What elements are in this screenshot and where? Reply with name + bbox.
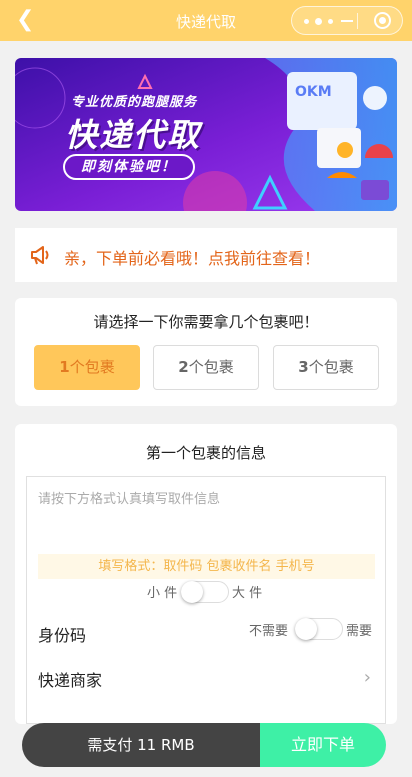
megaphone-icon (31, 246, 49, 265)
package-info-card: 第一个包裹的信息 请按下方格式认真填写取件信息 填写格式：取件码 包裹收件名 手… (15, 424, 397, 724)
package-size-row: 小 件 大 件 (27, 581, 385, 603)
nav-bar: ❮ 快递代取 (0, 0, 412, 41)
payment-amount: 需支付 11 RMB (22, 723, 260, 767)
svg-text:OKM: OKM (295, 84, 332, 100)
id-code-switch[interactable] (295, 618, 343, 640)
switch-knob (295, 618, 317, 640)
submit-order-button[interactable]: 立即下单 (260, 723, 386, 767)
courier-label: 快递商家 (38, 671, 103, 690)
package-count-2-button[interactable]: 2个包裹 (153, 345, 259, 390)
id-code-label: 身份码 (38, 626, 87, 645)
chevron-right-icon: › (363, 667, 371, 688)
package-size-switch[interactable] (181, 581, 229, 603)
minimize-icon[interactable] (341, 20, 353, 22)
pickup-info-textarea[interactable]: 请按下方格式认真填写取件信息 填写格式：取件码 包裹收件名 手机号 小 件 大 … (26, 476, 386, 724)
id-needed-label: 需要 (346, 624, 373, 639)
size-small-label: 小 件 (147, 586, 178, 601)
courier-row[interactable]: 快递商家 › (27, 667, 385, 691)
notice-bar[interactable]: 亲，下单前必看哦！点我前往查看！ (15, 228, 397, 282)
package-count-3-button[interactable]: 3个包裹 (273, 345, 379, 390)
mini-program-capsule (291, 6, 403, 35)
switch-knob (181, 581, 203, 603)
notice-text: 亲，下单前必看哦！点我前往查看！ (64, 249, 321, 268)
close-target-icon[interactable] (374, 12, 391, 29)
package-count-card: 请选择一下你需要拿几个包裹吧！ 1个包裹 2个包裹 3个包裹 (15, 298, 397, 406)
package-count-title: 请选择一下你需要拿几个包裹吧！ (93, 313, 319, 331)
size-large-label: 大 件 (232, 586, 263, 601)
banner-subtitle: 专业优质的跑腿服务 (71, 95, 198, 110)
capsule-divider (357, 13, 358, 29)
package-count-1-button[interactable]: 1个包裹 (34, 345, 140, 390)
banner-cta-button[interactable]: 即刻体验吧！ (63, 154, 195, 180)
format-hint: 填写格式：取件码 包裹收件名 手机号 (38, 554, 375, 579)
payment-bar: 需支付 11 RMB 立即下单 (22, 723, 386, 767)
more-icon[interactable] (302, 13, 336, 29)
textarea-placeholder: 请按下方格式认真填写取件信息 (38, 492, 221, 507)
package-info-title: 第一个包裹的信息 (145, 444, 266, 462)
promo-banner[interactable]: OKM 专业优质的跑腿服务 快递代取 即刻体验吧！ (15, 58, 397, 211)
id-not-needed-label: 不需要 (249, 624, 289, 639)
banner-title: 快递代取 (65, 116, 202, 154)
